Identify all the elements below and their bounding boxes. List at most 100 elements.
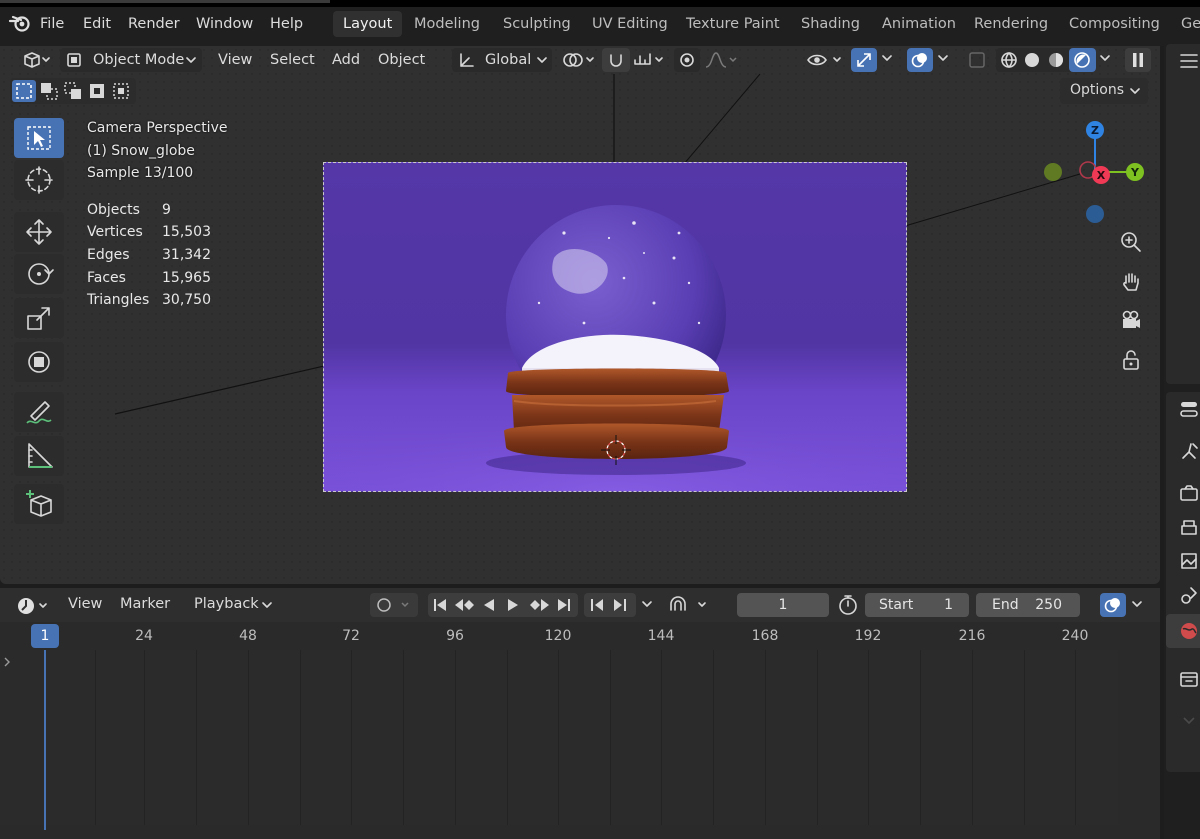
select-intersect-icon[interactable] (112, 82, 130, 100)
snap-increment-icon[interactable] (632, 50, 668, 70)
timeline-menu-playback[interactable]: Playback (194, 596, 259, 612)
timeline-menu-view[interactable]: View (68, 596, 102, 612)
tab-modeling[interactable]: Modeling (404, 11, 490, 37)
tab-layout[interactable]: Layout (333, 11, 403, 37)
start-frame-field[interactable]: Start 1 (865, 593, 969, 617)
previous-frame-icon[interactable] (588, 597, 606, 613)
editor-type-3d-icon[interactable] (20, 50, 50, 70)
solid-shading-icon[interactable] (1023, 51, 1041, 69)
menu-edit[interactable]: Edit (83, 14, 111, 34)
menu-help[interactable]: Help (270, 14, 303, 34)
viewport-menu-object[interactable]: Object (378, 50, 425, 70)
tool-cursor[interactable] (14, 160, 64, 200)
tool-properties-icon[interactable] (1178, 440, 1200, 462)
blender-logo-icon[interactable] (8, 12, 32, 34)
tab-rendering[interactable]: Rendering (964, 11, 1058, 37)
gizmo-toggle[interactable] (851, 48, 877, 72)
3d-viewport[interactable]: Object Mode View Select Add Object Globa… (0, 46, 1160, 584)
pivot-point-icon[interactable] (561, 50, 597, 70)
material-preview-icon[interactable] (1047, 51, 1065, 69)
outliner-filter-icon[interactable] (1178, 50, 1200, 72)
end-frame-field[interactable]: End 250 (976, 593, 1080, 617)
viewport-menu-add[interactable]: Add (332, 50, 360, 70)
gizmo-dropdown-chevron-icon[interactable] (880, 54, 894, 64)
jump-to-start-icon[interactable] (431, 597, 449, 613)
render-properties-icon[interactable] (1178, 482, 1200, 504)
transform-orientation-dropdown[interactable]: Global (452, 48, 552, 72)
object-mode-dropdown[interactable]: Object Mode (60, 48, 202, 72)
timeline-snap-icon[interactable] (666, 594, 712, 616)
overlays-toggle[interactable] (907, 48, 933, 72)
menu-file[interactable]: File (40, 14, 64, 34)
tab-shading[interactable]: Shading (791, 11, 870, 37)
expand-channels-icon[interactable] (2, 656, 12, 668)
jump-to-end-icon[interactable] (555, 597, 573, 613)
rendered-shading-button[interactable] (1069, 48, 1096, 72)
chevron-down-icon[interactable] (640, 600, 654, 610)
timeline-menu-marker[interactable]: Marker (120, 596, 170, 612)
tab-animation[interactable]: Animation (872, 11, 966, 37)
camera-view-icon[interactable] (1119, 308, 1143, 332)
viewport-menu-select[interactable]: Select (270, 50, 315, 70)
play-reverse-icon[interactable] (480, 597, 498, 613)
select-extend-icon[interactable] (40, 82, 58, 100)
auto-keying-toggle[interactable] (370, 593, 418, 617)
tool-move[interactable] (14, 212, 64, 252)
viewport-menu-view[interactable]: View (218, 50, 252, 70)
tool-scale[interactable] (14, 298, 64, 338)
output-properties-icon[interactable] (1178, 516, 1200, 538)
overlays-dropdown-chevron-icon[interactable] (936, 54, 950, 64)
tool-rotate[interactable] (14, 254, 64, 294)
visibility-eye-icon[interactable] (806, 50, 846, 70)
shading-dropdown-chevron-icon[interactable] (1098, 54, 1112, 64)
tab-uv-editing[interactable]: UV Editing (582, 11, 678, 37)
chevron-down-icon[interactable] (1130, 600, 1144, 610)
world-properties-tab[interactable] (1166, 614, 1200, 648)
select-subtract-icon[interactable] (64, 82, 82, 100)
timeline-view-toggle[interactable] (1100, 593, 1126, 617)
gizmo-axis-neg-z[interactable] (1086, 205, 1104, 223)
stopwatch-icon[interactable] (836, 594, 860, 616)
snap-toggle[interactable] (602, 48, 630, 72)
add-cube-icon (26, 490, 52, 517)
tool-measure[interactable] (14, 436, 64, 476)
menu-render[interactable]: Render (128, 14, 180, 34)
tool-annotate[interactable] (14, 392, 64, 432)
wireframe-shading-icon[interactable] (1000, 51, 1018, 69)
falloff-curve-icon[interactable] (704, 50, 738, 70)
timeline-keyframe-area[interactable] (0, 650, 1118, 825)
play-icon[interactable] (504, 597, 522, 613)
camera-render-frame[interactable] (323, 162, 907, 492)
select-new-button[interactable] (12, 80, 36, 102)
jump-to-previous-keyframe-icon[interactable] (453, 597, 477, 613)
lock-icon[interactable] (1119, 348, 1143, 372)
select-invert-icon[interactable] (88, 82, 106, 100)
view-layer-properties-icon[interactable] (1178, 550, 1200, 572)
navigation-gizmo[interactable]: Z Y X (1038, 118, 1150, 226)
next-frame-icon[interactable] (611, 597, 629, 613)
properties-toggle-icon[interactable] (1178, 398, 1200, 420)
tool-add-cube[interactable] (14, 484, 64, 524)
current-frame-field[interactable]: 1 (737, 593, 829, 617)
gizmo-axis-neg-y[interactable] (1044, 163, 1062, 181)
menu-window[interactable]: Window (196, 14, 253, 34)
pan-hand-icon[interactable] (1119, 270, 1143, 294)
editor-type-timeline-icon[interactable] (16, 596, 52, 616)
tab-texture-paint[interactable]: Texture Paint (676, 11, 790, 37)
tool-transform[interactable] (14, 342, 64, 382)
zoom-icon[interactable] (1119, 230, 1143, 254)
tool-select-box[interactable] (14, 118, 64, 158)
options-dropdown[interactable]: Options (1060, 78, 1148, 104)
tab-sculpting[interactable]: Sculpting (493, 11, 581, 37)
collection-properties-icon[interactable] (1178, 668, 1200, 690)
scene-properties-icon[interactable] (1178, 584, 1200, 606)
playhead-frame-indicator[interactable]: 1 (31, 624, 59, 648)
viewport-pause-button[interactable] (1125, 48, 1151, 72)
proportional-editing-toggle[interactable] (674, 48, 700, 72)
more-tabs-icon[interactable] (1178, 708, 1200, 730)
jump-to-next-keyframe-icon[interactable] (527, 597, 551, 613)
timeline-frame-ruler[interactable]: 24 48 72 96 120 144 168 192 216 240 (0, 622, 1160, 650)
xray-toggle-icon[interactable] (966, 50, 988, 70)
tab-compositing[interactable]: Compositing (1059, 11, 1170, 37)
tab-geometry-nodes[interactable]: Ge (1171, 11, 1200, 37)
